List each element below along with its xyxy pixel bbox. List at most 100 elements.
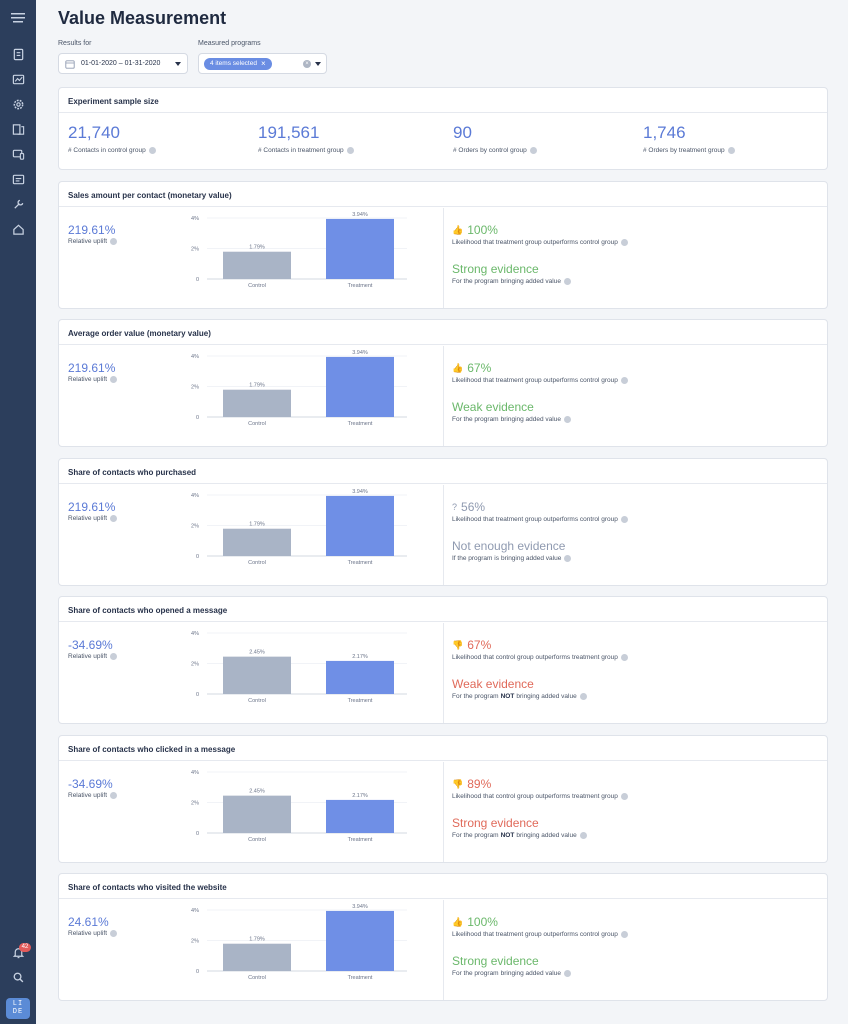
programs-select[interactable]: 4 items selected × × [198, 53, 327, 74]
analytics-icon[interactable] [9, 70, 27, 88]
info-icon[interactable] [110, 376, 118, 383]
bar-control [223, 795, 291, 833]
y-tick-label: 2% [191, 939, 199, 945]
info-icon[interactable] [110, 515, 118, 522]
relative-uplift-label: Relative uplift [68, 238, 118, 245]
notification-badge: 42 [19, 943, 31, 952]
info-icon[interactable] [110, 238, 118, 245]
divider [443, 623, 444, 723]
evidence-emphasis: NOT [500, 693, 515, 700]
divider [443, 485, 444, 585]
stat-value: 21,740 [68, 123, 120, 142]
evidence-level: Strong evidence [452, 954, 539, 968]
data-label: 3.94% [352, 904, 368, 910]
evidence-panel: ? 56% Likelihood that treatment group ou… [452, 485, 822, 585]
evidence-panel: 👍 67% Likelihood that treatment group ou… [452, 346, 822, 446]
x-tick-label: Treatment [348, 698, 373, 704]
relative-uplift-label: Relative uplift [68, 792, 118, 799]
avatar[interactable]: LI DE [6, 998, 30, 1019]
date-range-picker[interactable]: 01-01-2020 – 01-31-2020 [58, 53, 188, 74]
relative-uplift-value: 24.61% [68, 915, 109, 929]
data-label: 2.17% [352, 654, 368, 660]
metric-card: Average order value (monetary value) 219… [58, 319, 828, 447]
bar-control [223, 389, 291, 417]
info-icon[interactable] [620, 516, 628, 523]
evidence-level: Weak evidence [452, 677, 534, 691]
info-icon[interactable] [110, 930, 118, 937]
stat-control-orders: 90 # Orders by control group [453, 123, 537, 154]
calendar-icon [65, 59, 75, 69]
logo[interactable] [7, 7, 29, 29]
info-icon[interactable] [563, 416, 571, 423]
remove-chip-icon[interactable]: × [261, 59, 266, 68]
bar-control [223, 528, 291, 556]
programs-chip[interactable]: 4 items selected × [204, 57, 272, 70]
metric-card: Sales amount per contact (monetary value… [58, 181, 828, 309]
chevron-down-icon[interactable] [315, 61, 321, 66]
x-tick-label: Control [248, 283, 266, 289]
likelihood-value: 89% [467, 777, 492, 791]
info-icon[interactable] [110, 792, 118, 799]
y-tick-label: 4% [191, 631, 199, 637]
likelihood-value: 100% [467, 223, 498, 237]
metric-body: -34.69% Relative uplift 0 2% 4% 2.45% Contro… [59, 762, 827, 862]
evidence-label: If the program is bringing added value [452, 555, 572, 562]
likelihood-label: Likelihood that control group outperform… [452, 654, 628, 661]
stat-label: # Contacts in control group [68, 147, 156, 154]
info-icon[interactable] [110, 653, 118, 660]
bar-chart: 0 2% 4% 1.79% Control 3.94% Treatment [191, 350, 407, 427]
relative-uplift-value: 219.61% [68, 361, 116, 375]
x-tick-label: Control [248, 560, 266, 566]
y-tick-label: 2% [191, 801, 199, 807]
likelihood-value: 67% [467, 638, 492, 652]
info-icon[interactable] [620, 654, 628, 661]
info-icon[interactable] [620, 239, 628, 246]
info-icon[interactable] [564, 555, 572, 562]
evidence-label: For the program bringing added value [452, 416, 571, 423]
y-tick-label: 0 [196, 692, 199, 698]
info-icon[interactable] [620, 377, 628, 384]
contacts-icon[interactable] [9, 170, 27, 188]
bar-treatment [326, 660, 394, 694]
stat-label: # Orders by treatment group [643, 147, 735, 154]
stat-treatment-contacts: 191,561 # Contacts in treatment group [258, 123, 354, 154]
date-range-value: 01-01-2020 – 01-31-2020 [81, 60, 161, 67]
measured-programs-label: Measured programs [198, 40, 261, 47]
y-tick-label: 0 [196, 277, 199, 283]
home-icon[interactable] [9, 220, 27, 238]
data-label: 1.79% [249, 245, 265, 251]
stat-label: # Orders by control group [453, 147, 537, 154]
card-title: Sales amount per contact (monetary value… [59, 182, 827, 207]
likelihood: 👍 100% [452, 223, 498, 237]
info-icon[interactable] [579, 693, 587, 700]
y-tick-label: 4% [191, 908, 199, 914]
info-icon[interactable] [529, 147, 537, 154]
info-icon[interactable] [620, 931, 628, 938]
info-icon[interactable] [148, 147, 156, 154]
info-icon[interactable] [727, 147, 735, 154]
card-title: Share of contacts who purchased [59, 459, 827, 484]
info-icon[interactable] [563, 278, 571, 285]
info-icon[interactable] [620, 793, 628, 800]
metric-body: -34.69% Relative uplift 0 2% 4% 2.45% Contro… [59, 623, 827, 723]
stat-value: 191,561 [258, 123, 320, 142]
y-tick-label: 2% [191, 662, 199, 668]
channels-icon[interactable] [9, 145, 27, 163]
evidence-label: For the program bringing added value [452, 970, 571, 977]
likelihood: ? 56% [452, 500, 485, 514]
y-tick-label: 0 [196, 831, 199, 837]
bookmark-icon[interactable] [9, 45, 27, 63]
content-icon[interactable] [9, 120, 27, 138]
info-icon[interactable] [563, 970, 571, 977]
info-icon[interactable] [579, 832, 587, 839]
search-icon[interactable] [9, 968, 27, 986]
data-label: 1.79% [249, 522, 265, 528]
card-title: Share of contacts who opened a message [59, 597, 827, 622]
stat-treatment-orders: 1,746 # Orders by treatment group [643, 123, 735, 154]
settings-icon[interactable] [9, 95, 27, 113]
tools-icon[interactable] [9, 195, 27, 213]
clear-icon[interactable]: × [303, 59, 311, 68]
bar-chart: 0 2% 4% 2.45% Control 2.17% Treatment [191, 770, 407, 843]
bar-treatment [326, 218, 394, 279]
info-icon[interactable] [346, 147, 354, 154]
